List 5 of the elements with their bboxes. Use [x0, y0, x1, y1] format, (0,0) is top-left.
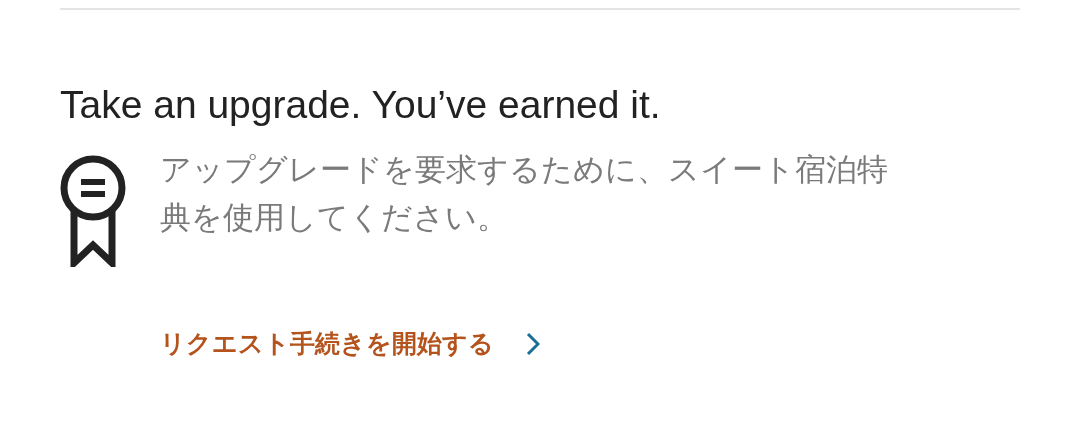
section-heading: Take an upgrade. You’ve earned it. [60, 82, 662, 128]
description-text: アップグレードを要求するために、スイート宿泊特典を使用してください。 [160, 149, 889, 237]
start-request-link[interactable]: リクエスト手続きを開始する [160, 324, 494, 363]
chevron-right-icon[interactable] [526, 331, 540, 356]
ribbon-badge-icon [60, 154, 126, 267]
